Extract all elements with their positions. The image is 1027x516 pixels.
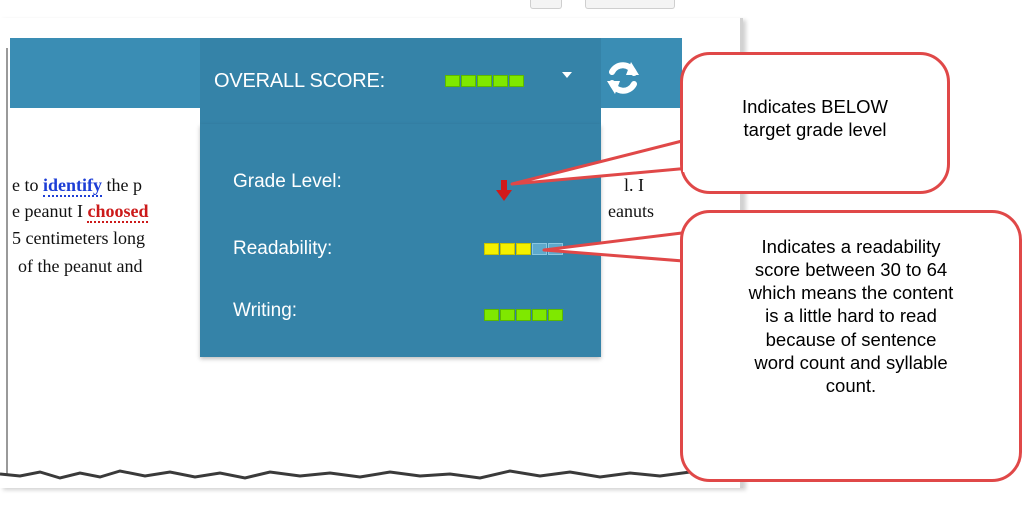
refresh-icon[interactable] [603, 58, 643, 98]
top-tab-fragment [585, 0, 675, 9]
writing-label: Writing: [233, 300, 298, 321]
doc-line-3: 5 centimeters long [12, 228, 145, 248]
overall-score-meter [445, 75, 524, 87]
doc-line-4: of the peanut and [18, 256, 143, 276]
doc-line-2-tail: eanuts [608, 201, 654, 221]
chevron-down-icon[interactable] [562, 72, 572, 78]
highlighted-word[interactable]: identify [43, 175, 103, 197]
grade-level-label: Grade Level: [233, 171, 342, 192]
doc-line-2: e peanut I choosed [12, 201, 149, 223]
readability-callout: Indicates a readability score between 30… [680, 210, 1022, 482]
readability-label: Readability: [233, 238, 333, 259]
window-top-strip [0, 0, 740, 18]
doc-line-1-tail: l. I [624, 175, 644, 195]
misspelled-word[interactable]: choosed [87, 201, 149, 223]
readability-meter [484, 243, 563, 255]
doc-line-1: e to identify the p [12, 175, 143, 197]
page-edge [6, 48, 8, 488]
writing-meter [484, 309, 563, 321]
down-arrow-icon [496, 180, 512, 201]
top-tab-fragment [530, 0, 562, 9]
overall-score-label: OVERALL SCORE: [214, 70, 385, 92]
grade-level-callout: Indicates BELOW target grade level [680, 52, 950, 194]
torn-edge [0, 469, 740, 488]
